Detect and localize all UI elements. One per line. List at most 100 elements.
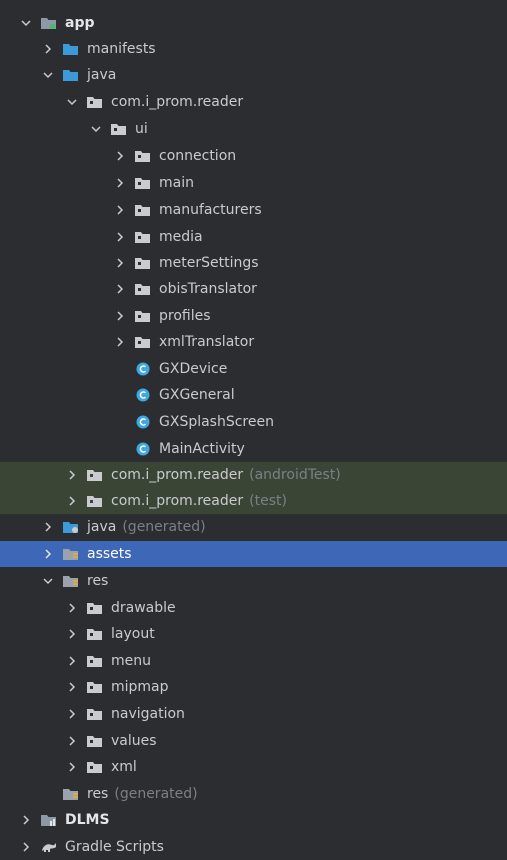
chevron-down-icon[interactable] bbox=[40, 573, 56, 589]
tree-suffix: (generated) bbox=[114, 786, 198, 802]
tree-item-java[interactable]: java bbox=[0, 62, 507, 88]
chevron-right-icon[interactable] bbox=[64, 679, 80, 695]
package-icon bbox=[134, 202, 152, 218]
package-icon bbox=[134, 308, 152, 324]
tree-item-menu[interactable]: menu bbox=[0, 648, 507, 674]
tree-label: manifests bbox=[87, 41, 156, 57]
tree-item-assets[interactable]: assets bbox=[0, 541, 507, 567]
tree-label: java bbox=[87, 67, 117, 83]
class-icon bbox=[134, 441, 152, 457]
tree-label: com.i_prom.reader bbox=[111, 467, 244, 483]
chevron-right-icon[interactable] bbox=[112, 148, 128, 164]
resources-folder-icon bbox=[62, 786, 80, 802]
chevron-down-icon[interactable] bbox=[40, 67, 56, 83]
tree-suffix: (generated) bbox=[122, 519, 206, 535]
folder-icon bbox=[86, 626, 104, 642]
tree-item-gx-general[interactable]: GXGeneral bbox=[0, 382, 507, 408]
tree-item-navigation[interactable]: navigation bbox=[0, 701, 507, 727]
folder-icon bbox=[62, 67, 80, 83]
tree-item-res-generated[interactable]: res (generated) bbox=[0, 781, 507, 807]
chevron-down-icon[interactable] bbox=[64, 94, 80, 110]
chevron-right-icon[interactable] bbox=[64, 626, 80, 642]
tree-item-connection[interactable]: connection bbox=[0, 143, 507, 169]
tree-item-media[interactable]: media bbox=[0, 224, 507, 250]
tree-item-obis-translator[interactable]: obisTranslator bbox=[0, 276, 507, 302]
chevron-right-icon[interactable] bbox=[64, 600, 80, 616]
chevron-right-icon[interactable] bbox=[40, 41, 56, 57]
tree-suffix: (androidTest) bbox=[249, 467, 341, 483]
tree-label: assets bbox=[87, 546, 132, 562]
tree-item-app[interactable]: app bbox=[0, 10, 507, 36]
tree-label: manufacturers bbox=[159, 202, 262, 218]
chevron-right-icon[interactable] bbox=[112, 308, 128, 324]
chevron-right-icon[interactable] bbox=[64, 467, 80, 483]
tree-item-xml[interactable]: xml bbox=[0, 754, 507, 780]
chevron-right-icon[interactable] bbox=[112, 229, 128, 245]
tree-item-mipmap[interactable]: mipmap bbox=[0, 674, 507, 700]
tree-item-values[interactable]: values bbox=[0, 728, 507, 754]
folder-icon bbox=[86, 600, 104, 616]
package-icon bbox=[134, 175, 152, 191]
tree-item-gx-splash-screen[interactable]: GXSplashScreen bbox=[0, 409, 507, 435]
tree-label: com.i_prom.reader bbox=[111, 493, 244, 509]
tree-label: layout bbox=[111, 626, 155, 642]
gradle-icon bbox=[40, 839, 58, 855]
tree-label: obisTranslator bbox=[159, 281, 257, 297]
chevron-right-icon[interactable] bbox=[40, 546, 56, 562]
chevron-right-icon[interactable] bbox=[112, 281, 128, 297]
tree-item-xml-translator[interactable]: xmlTranslator bbox=[0, 329, 507, 355]
tree-item-drawable[interactable]: drawable bbox=[0, 595, 507, 621]
chevron-right-icon[interactable] bbox=[40, 519, 56, 535]
tree-label: navigation bbox=[111, 706, 185, 722]
tree-label: values bbox=[111, 733, 157, 749]
class-icon bbox=[134, 361, 152, 377]
tree-item-package-main[interactable]: com.i_prom.reader bbox=[0, 89, 507, 115]
class-icon bbox=[134, 387, 152, 403]
chevron-right-icon[interactable] bbox=[64, 706, 80, 722]
tree-item-main-activity[interactable]: MainActivity bbox=[0, 436, 507, 462]
chevron-right-icon[interactable] bbox=[112, 202, 128, 218]
tree-item-package-test[interactable]: com.i_prom.reader (test) bbox=[0, 488, 507, 514]
package-icon bbox=[134, 148, 152, 164]
tree-label: com.i_prom.reader bbox=[111, 94, 244, 110]
tree-item-manufacturers[interactable]: manufacturers bbox=[0, 197, 507, 223]
chevron-down-icon[interactable] bbox=[18, 15, 34, 31]
chevron-right-icon[interactable] bbox=[64, 493, 80, 509]
chevron-right-icon[interactable] bbox=[64, 733, 80, 749]
tree-item-main[interactable]: main bbox=[0, 170, 507, 196]
tree-label: DLMS bbox=[65, 812, 110, 828]
tree-item-res[interactable]: res bbox=[0, 568, 507, 594]
tree-label: media bbox=[159, 229, 203, 245]
tree-label: GXDevice bbox=[159, 361, 228, 377]
tree-label: MainActivity bbox=[159, 441, 245, 457]
package-icon bbox=[86, 467, 104, 483]
tree-suffix: (test) bbox=[249, 493, 287, 509]
chevron-right-icon[interactable] bbox=[64, 759, 80, 775]
tree-item-java-generated[interactable]: java (generated) bbox=[0, 514, 507, 540]
tree-label: main bbox=[159, 175, 194, 191]
tree-item-profiles[interactable]: profiles bbox=[0, 303, 507, 329]
tree-item-manifests[interactable]: manifests bbox=[0, 36, 507, 62]
tree-label: Gradle Scripts bbox=[65, 839, 164, 855]
chevron-right-icon[interactable] bbox=[112, 255, 128, 271]
package-icon bbox=[110, 121, 128, 137]
chevron-right-icon[interactable] bbox=[18, 812, 34, 828]
tree-label: GXSplashScreen bbox=[159, 414, 274, 430]
chevron-right-icon[interactable] bbox=[64, 653, 80, 669]
tree-item-layout[interactable]: layout bbox=[0, 621, 507, 647]
tree-item-gradle-scripts[interactable]: Gradle Scripts bbox=[0, 834, 507, 860]
tree-label: drawable bbox=[111, 600, 176, 616]
tree-item-ui[interactable]: ui bbox=[0, 116, 507, 142]
chevron-right-icon[interactable] bbox=[18, 839, 34, 855]
chevron-down-icon[interactable] bbox=[88, 121, 104, 137]
chevron-right-icon[interactable] bbox=[112, 334, 128, 350]
tree-item-dlms[interactable]: DLMS bbox=[0, 807, 507, 833]
resources-folder-icon bbox=[62, 546, 80, 562]
tree-label: menu bbox=[111, 653, 151, 669]
tree-item-meter-settings[interactable]: meterSettings bbox=[0, 250, 507, 276]
tree-item-package-android-test[interactable]: com.i_prom.reader (androidTest) bbox=[0, 462, 507, 488]
chevron-right-icon[interactable] bbox=[112, 175, 128, 191]
package-icon bbox=[86, 493, 104, 509]
tree-item-gx-device[interactable]: GXDevice bbox=[0, 356, 507, 382]
tree-label: meterSettings bbox=[159, 255, 259, 271]
